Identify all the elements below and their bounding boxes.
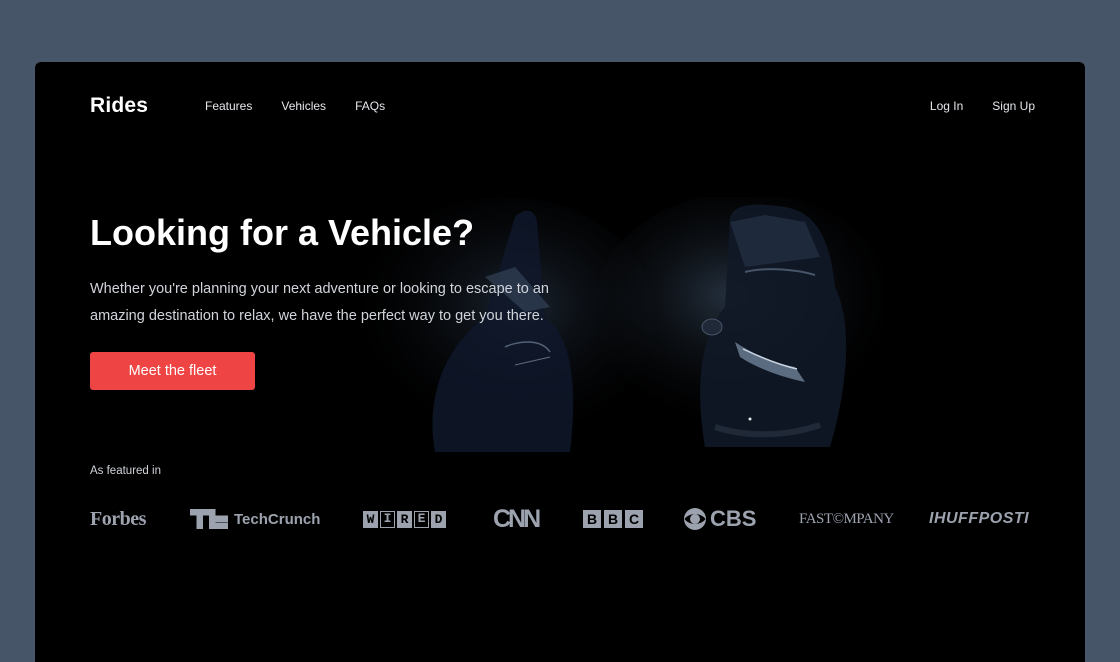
techcrunch-mark-icon — [190, 509, 228, 529]
hero-title: Looking for a Vehicle? — [90, 212, 475, 253]
cbs-logo: CBS — [683, 502, 756, 536]
huffpost-logo: IHUFFPOSTI — [929, 510, 1030, 527]
primary-nav: Features Vehicles FAQs — [205, 99, 385, 113]
wired-letter: W — [363, 510, 378, 528]
cbs-wordmark: CBS — [710, 506, 757, 531]
bbc-letter: B — [583, 510, 601, 528]
featured-label: As featured in — [90, 465, 161, 477]
bbc-logo: B B C — [583, 502, 643, 536]
meet-the-fleet-button[interactable]: Meet the fleet — [90, 352, 255, 390]
wired-letter: I — [380, 510, 395, 528]
cbs-eye-icon — [684, 508, 706, 530]
nav-link-vehicles[interactable]: Vehicles — [281, 99, 326, 113]
press-logos: Forbes TechCrunch W I R E D CNN B B C CB… — [90, 502, 1035, 536]
cnn-logo: CNN — [493, 504, 541, 533]
hero-subtitle: Whether you're planning your next advent… — [90, 281, 550, 324]
wired-letter: R — [397, 510, 412, 528]
bbc-letter: B — [604, 510, 622, 528]
brand-logo[interactable]: Rides — [90, 94, 148, 118]
techcrunch-wordmark: TechCrunch — [234, 510, 321, 528]
landing-page: Rides Features Vehicles FAQs Log In Sign… — [35, 62, 1085, 662]
nav-link-features[interactable]: Features — [205, 99, 252, 113]
login-link[interactable]: Log In — [930, 99, 963, 113]
top-nav: Rides Features Vehicles FAQs Log In Sign… — [35, 62, 1085, 148]
forbes-logo: Forbes — [90, 507, 146, 530]
nav-link-faqs[interactable]: FAQs — [355, 99, 385, 113]
auth-nav: Log In Sign Up — [930, 99, 1035, 113]
bbc-letter: C — [625, 510, 643, 528]
wired-letter: D — [431, 510, 446, 528]
techcrunch-logo: TechCrunch — [190, 502, 320, 536]
wired-letter: E — [414, 510, 429, 528]
fastcompany-logo: FAST©MPANY — [799, 510, 894, 527]
wired-logo: W I R E D — [363, 502, 446, 536]
signup-link[interactable]: Sign Up — [992, 99, 1035, 113]
